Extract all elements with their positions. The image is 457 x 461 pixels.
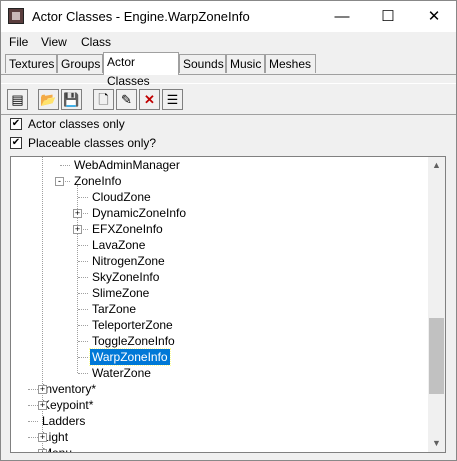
- menu-bar: File View Class: [1, 32, 456, 52]
- tab-groups[interactable]: Groups: [57, 54, 103, 73]
- tree-node-label[interactable]: ZoneInfo: [72, 173, 123, 189]
- tree-connector: [28, 389, 38, 390]
- delete-x-icon[interactable]: ✕: [139, 89, 160, 110]
- tree-connector: [78, 245, 88, 246]
- scroll-up-icon[interactable]: ▲: [428, 157, 445, 174]
- expand-node-icon[interactable]: +: [38, 385, 47, 394]
- expand-node-icon[interactable]: +: [73, 209, 82, 218]
- tree-connector: [28, 437, 38, 438]
- class-tree-view[interactable]: WebAdminManager ZoneInfo - CloudZone Dynamic…: [11, 157, 430, 452]
- tree-node-label[interactable]: ToggleZoneInfo: [90, 333, 177, 349]
- tree-connector: [60, 165, 70, 166]
- vertical-scrollbar[interactable]: ▲ ▼: [428, 157, 445, 452]
- expand-node-icon[interactable]: +: [38, 401, 47, 410]
- edit-pencil-icon[interactable]: ✎: [116, 89, 137, 110]
- tree-connector: [78, 277, 88, 278]
- maximize-button[interactable]: ☐: [365, 1, 411, 32]
- tree-connector: [78, 341, 88, 342]
- tree-node-label[interactable]: DynamicZoneInfo: [90, 205, 188, 221]
- tree-connector: [78, 261, 88, 262]
- title-bar[interactable]: Actor Classes - Engine.WarpZoneInfo — ☐ …: [1, 1, 456, 32]
- tree-node-label[interactable]: Inventory*: [40, 381, 98, 397]
- menu-class[interactable]: Class: [81, 35, 111, 49]
- properties-icon[interactable]: ☰: [162, 89, 183, 110]
- placeable-only-label: Placeable classes only?: [28, 136, 157, 150]
- tab-meshes[interactable]: Meshes: [265, 54, 316, 73]
- tab-sounds[interactable]: Sounds: [179, 54, 226, 73]
- tree-node-label[interactable]: NitrogenZone: [90, 253, 167, 269]
- tree-node-label[interactable]: Ladders: [40, 413, 87, 429]
- actor-classes-only-checkbox[interactable]: ✔: [10, 118, 22, 130]
- actor-classes-window: Actor Classes - Engine.WarpZoneInfo — ☐ …: [0, 0, 457, 461]
- tree-connector: [28, 405, 38, 406]
- open-folder-icon[interactable]: 📂: [38, 89, 59, 110]
- collapse-node-icon[interactable]: -: [55, 177, 64, 186]
- tree-connector: [78, 325, 88, 326]
- tree-node-label-selected[interactable]: WarpZoneInfo: [89, 348, 171, 366]
- tree-node-label[interactable]: Keypoint*: [40, 397, 95, 413]
- tree-node-label[interactable]: TarZone: [90, 301, 138, 317]
- scroll-thumb[interactable]: [429, 318, 444, 394]
- close-button[interactable]: ✕: [411, 1, 456, 32]
- window-title: Actor Classes - Engine.WarpZoneInfo: [32, 9, 250, 24]
- tree-connector: [28, 421, 38, 422]
- tree-node-label[interactable]: EFXZoneInfo: [90, 221, 165, 237]
- tree-view-icon[interactable]: ▤: [7, 89, 28, 110]
- tree-node-label[interactable]: WebAdminManager: [72, 157, 182, 173]
- tree-node-label[interactable]: WaterZone: [90, 365, 153, 381]
- app-icon: [8, 8, 24, 24]
- expand-node-icon[interactable]: +: [38, 449, 47, 452]
- tab-strip: Textures Groups Actor Classes Sounds Mus…: [1, 52, 456, 88]
- save-icon[interactable]: 💾: [61, 89, 82, 110]
- tab-textures[interactable]: Textures: [5, 54, 57, 73]
- tab-actor-classes[interactable]: Actor Classes: [103, 52, 179, 88]
- toolbar: ▤ 📂 💾 🗋 ✎ ✕ ☰: [1, 83, 456, 115]
- expand-node-icon[interactable]: +: [73, 225, 82, 234]
- tree-connector: [78, 309, 88, 310]
- placeable-only-checkbox[interactable]: ✔: [10, 137, 22, 149]
- class-tree[interactable]: WebAdminManager ZoneInfo - CloudZone Dynamic…: [10, 156, 446, 453]
- tree-connector: [78, 357, 88, 358]
- actor-classes-only-label: Actor classes only: [28, 117, 125, 131]
- tree-connector: [78, 293, 88, 294]
- minimize-button[interactable]: —: [319, 1, 365, 32]
- tree-node-label[interactable]: CloudZone: [90, 189, 153, 205]
- tree-node-label[interactable]: TeleporterZone: [90, 317, 175, 333]
- expand-node-icon[interactable]: +: [38, 433, 47, 442]
- tree-connector: [78, 373, 88, 374]
- tree-node-label[interactable]: LavaZone: [90, 237, 147, 253]
- tree-node-label[interactable]: SkyZoneInfo: [90, 269, 161, 285]
- tab-music[interactable]: Music: [226, 54, 265, 73]
- menu-view[interactable]: View: [41, 35, 67, 49]
- menu-file[interactable]: File: [9, 35, 28, 49]
- scroll-down-icon[interactable]: ▼: [428, 435, 445, 452]
- tree-connector: [78, 197, 88, 198]
- new-document-icon[interactable]: 🗋: [93, 89, 114, 110]
- tree-node-label[interactable]: SlimeZone: [90, 285, 151, 301]
